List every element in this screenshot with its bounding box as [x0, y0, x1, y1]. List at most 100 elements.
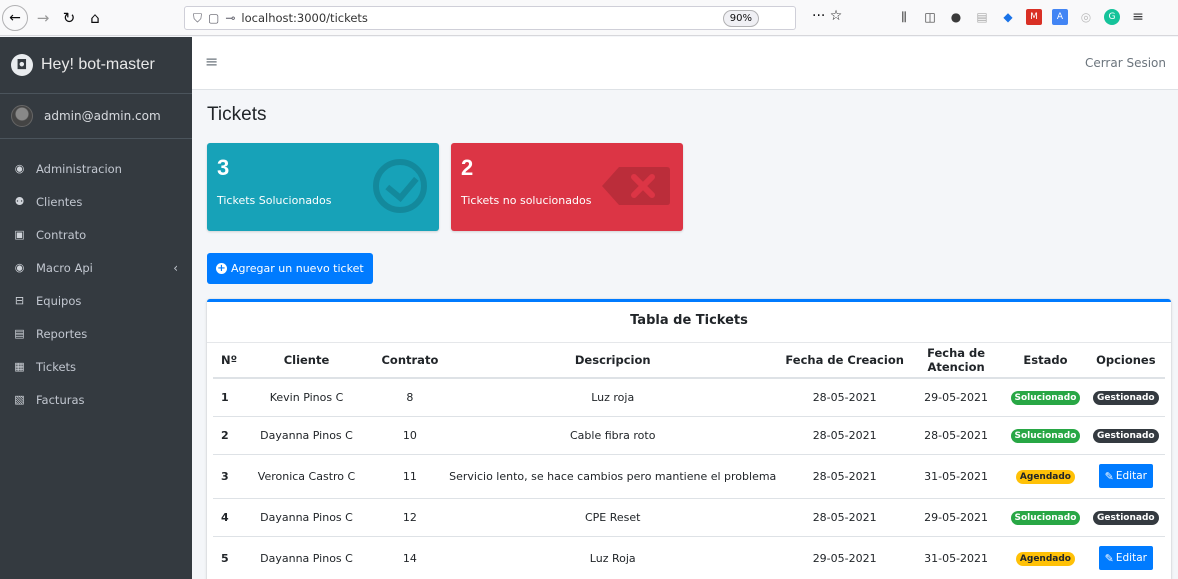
col-header: Contrato	[375, 343, 445, 379]
col-header: Fecha de Creacion	[781, 343, 908, 379]
page-actions[interactable]: ··· ☆	[812, 8, 842, 24]
table-row: 3 Veronica Castro C 11 Servicio lento, s…	[213, 454, 1165, 499]
back-icon[interactable]: ←	[2, 4, 28, 31]
status-badge: Solucionado	[1010, 428, 1081, 443]
backspace-icon	[602, 167, 670, 205]
account-icon[interactable]: ●	[948, 9, 964, 25]
edit-label: Editar	[1115, 552, 1147, 564]
solved-label: Tickets Solucionados	[217, 194, 332, 207]
page-title: Tickets	[207, 104, 267, 125]
col-header: Nº	[213, 343, 238, 379]
page-icon: ▢	[208, 11, 220, 25]
cell-fecha-atencion: 29-05-2021	[907, 378, 1005, 417]
cell-fecha-atencion: 29-05-2021	[907, 498, 1005, 537]
cell-fecha-creacion: 29-05-2021	[781, 536, 908, 579]
library-icon[interactable]: ⫼	[896, 9, 912, 25]
top-navbar: ≡ Cerrar Sesion	[192, 37, 1178, 90]
col-header: Opciones	[1086, 343, 1165, 379]
edit-icon: ✎	[1104, 551, 1114, 565]
cell-descripcion: Luz Roja	[444, 536, 782, 579]
tickets-table: Nº Cliente Contrato Descripcion Fecha de…	[213, 343, 1165, 579]
sidebar-item-contrato[interactable]: ▣ Contrato	[0, 218, 192, 251]
cell-num: 4	[213, 498, 238, 537]
user-panel[interactable]: admin@admin.com	[0, 94, 192, 139]
sidebar-item-label: Facturas	[36, 392, 85, 407]
status-badge: Solucionado	[1010, 390, 1081, 405]
cell-fecha-creacion: 28-05-2021	[781, 416, 908, 455]
sidebar-item-label: Reportes	[36, 326, 88, 341]
cell-num: 1	[213, 378, 238, 417]
address-bar[interactable]: ⛉ ▢ ⊸ localhost:3000/tickets 90%	[184, 6, 796, 30]
cell-num: 2	[213, 416, 238, 455]
sidebar-item-reportes[interactable]: ▤ Reportes	[0, 317, 192, 350]
unsolved-label: Tickets no solucionados	[461, 194, 592, 207]
col-header: Descripcion	[444, 343, 782, 379]
cell-contrato: 11	[375, 454, 445, 499]
status-badge: Solucionado	[1010, 510, 1081, 525]
reload-icon[interactable]: ↻	[58, 7, 80, 29]
tickets-card: Tabla de Tickets Nº Cliente Contrato Des…	[207, 299, 1171, 579]
sidebar-item-tickets[interactable]: ▦ Tickets	[0, 350, 192, 383]
user-email[interactable]: admin@admin.com	[44, 109, 161, 123]
table-header-row: Nº Cliente Contrato Descripcion Fecha de…	[213, 343, 1165, 379]
card-title: Tabla de Tickets	[207, 302, 1171, 343]
extension-blue-icon[interactable]: ◆	[1000, 9, 1016, 25]
cell-cliente: Veronica Castro C	[237, 454, 376, 499]
hamburger-icon[interactable]: ≡	[205, 52, 218, 71]
brand-link[interactable]: ◘ Hey! bot-master	[0, 37, 192, 94]
edit-button[interactable]: ✎ Editar	[1098, 546, 1153, 570]
sidebar-item-equipos[interactable]: ⊟ Equipos	[0, 284, 192, 317]
reader-icon[interactable]: ▤	[974, 9, 990, 25]
sidebar-item-facturas[interactable]: ▧ Facturas	[0, 383, 192, 416]
col-header: Fecha de Atencion	[907, 343, 1005, 379]
extension-shield-icon[interactable]: ◎	[1078, 9, 1094, 25]
sidebar-item-label: Administracion	[36, 161, 122, 176]
zoom-badge[interactable]: 90%	[722, 10, 759, 27]
menu-icon[interactable]: ≡	[1130, 9, 1146, 25]
managed-badge: Gestionado	[1093, 390, 1159, 405]
unsolved-count: 2	[461, 155, 474, 180]
key-icon: ⊸	[225, 11, 236, 25]
cell-contrato: 10	[375, 416, 445, 455]
url-text[interactable]: localhost:3000/tickets	[241, 11, 368, 25]
sidebar-item-macro-api[interactable]: ◉ Macro Api ‹	[0, 251, 192, 284]
extension-red-icon[interactable]: M	[1026, 9, 1042, 25]
managed-badge: Gestionado	[1093, 428, 1159, 443]
chevron-left-icon[interactable]: ‹	[173, 261, 178, 275]
sidebar-item-clientes[interactable]: ⚉ Clientes	[0, 185, 192, 218]
sidebar: ◘ Hey! bot-master admin@admin.com ◉ Admi…	[0, 37, 192, 579]
cell-fecha-creacion: 28-05-2021	[781, 498, 908, 537]
solved-count: 3	[217, 155, 230, 180]
check-circle-icon	[373, 159, 427, 213]
table-row: 2 Dayanna Pinos C 10 Cable fibra roto 28…	[213, 416, 1165, 455]
edit-button[interactable]: ✎ Editar	[1098, 464, 1153, 488]
cell-contrato: 12	[375, 498, 445, 537]
cell-cliente: Dayanna Pinos C	[237, 498, 376, 537]
add-ticket-label: Agregar un nuevo ticket	[231, 262, 364, 275]
invoice-icon: ▧	[14, 393, 25, 406]
sidebar-icon[interactable]: ◫	[922, 9, 938, 25]
table-row: 1 Kevin Pinos C 8 Luz roja 28-05-2021 29…	[213, 378, 1165, 417]
sidebar-item-administracion[interactable]: ◉ Administracion	[0, 152, 192, 185]
forward-icon[interactable]: →	[32, 7, 54, 29]
edit-icon: ✎	[1104, 469, 1114, 483]
unsolved-tickets-box: 2 Tickets no solucionados	[451, 143, 683, 231]
home-icon[interactable]: ⌂	[84, 7, 106, 29]
table-row: 4 Dayanna Pinos C 12 CPE Reset 28-05-202…	[213, 498, 1165, 537]
add-ticket-button[interactable]: + Agregar un nuevo ticket	[207, 253, 373, 284]
cell-fecha-atencion: 31-05-2021	[907, 454, 1005, 499]
edit-label: Editar	[1115, 470, 1147, 482]
cell-contrato: 14	[375, 536, 445, 579]
extension-translate-icon[interactable]: A	[1052, 9, 1068, 25]
shield-icon[interactable]: ⛉	[193, 11, 202, 26]
extension-green-icon[interactable]: G	[1104, 9, 1120, 25]
clipboard-icon: ▦	[14, 360, 25, 373]
dashboard-icon: ◉	[14, 261, 25, 274]
cell-contrato: 8	[375, 378, 445, 417]
table-row: 5 Dayanna Pinos C 14 Luz Roja 29-05-2021…	[213, 536, 1165, 579]
robot-icon: ◘	[11, 54, 33, 76]
brand-text: Hey! bot-master	[41, 56, 155, 73]
sidebar-menu: ◉ Administracion ⚉ Clientes ▣ Contrato ◉…	[0, 139, 192, 416]
cell-fecha-atencion: 28-05-2021	[907, 416, 1005, 455]
logout-link[interactable]: Cerrar Sesion	[1085, 56, 1166, 70]
